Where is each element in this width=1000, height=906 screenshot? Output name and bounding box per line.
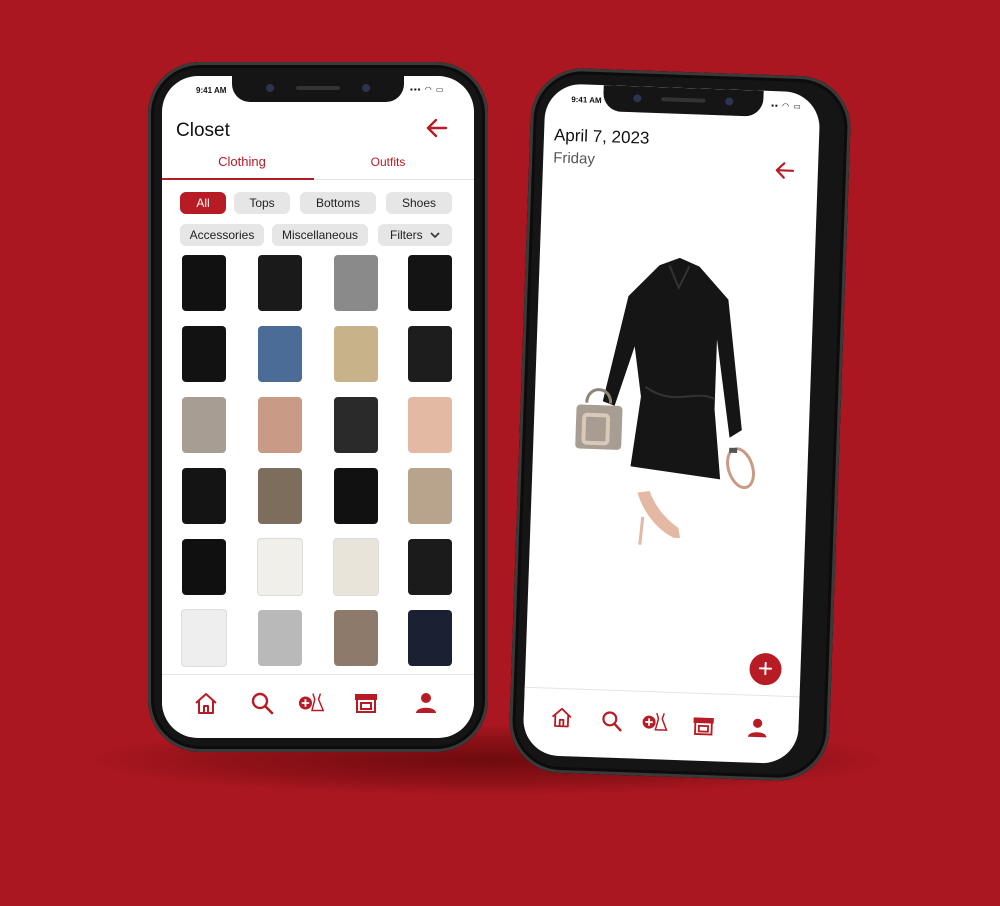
- tab-clothing[interactable]: Clothing: [182, 154, 302, 169]
- outfit-dress[interactable]: [600, 255, 748, 480]
- cream-trousers-icon: [333, 538, 379, 596]
- closet-item[interactable]: [252, 607, 308, 669]
- outfit-screen: 9:41 AM ▪▪ ◠ ▭ April 7, 2023 Friday +: [522, 83, 821, 765]
- closet-item[interactable]: [176, 394, 232, 456]
- outfit-weekday: Friday: [552, 149, 596, 168]
- closet-item[interactable]: [252, 323, 308, 385]
- outfit-bracelet[interactable]: [722, 445, 760, 492]
- closet-item[interactable]: [402, 536, 458, 598]
- back-arrow-icon[interactable]: [774, 161, 795, 184]
- filter-chip-accessories[interactable]: Accessories: [180, 224, 264, 246]
- status-icons: ▪▪ ◠ ▭: [771, 100, 802, 112]
- closet-item[interactable]: [328, 394, 384, 456]
- closet-item[interactable]: [252, 465, 308, 527]
- black-leather-jacket-icon: [408, 255, 452, 311]
- white-sneakers-icon: [181, 609, 227, 667]
- closet-item[interactable]: [328, 465, 384, 527]
- add-outfit-icon[interactable]: [298, 689, 326, 717]
- blue-jeans-icon: [258, 326, 302, 382]
- back-arrow-icon[interactable]: [426, 118, 448, 142]
- phone-notch: [232, 76, 404, 102]
- filters-dropdown[interactable]: Filters: [378, 224, 452, 246]
- closet-item[interactable]: [176, 323, 232, 385]
- outfit-phone: 9:41 AM ▪▪ ◠ ▭ April 7, 2023 Friday +: [507, 66, 853, 783]
- add-item-button[interactable]: +: [748, 652, 783, 686]
- closet-item[interactable]: [402, 323, 458, 385]
- status-time: 9:41 AM: [571, 95, 602, 106]
- silver-watch-icon: [258, 610, 302, 666]
- home-icon[interactable]: [547, 703, 576, 732]
- floral-blouse-icon: [334, 610, 378, 666]
- outfit-date: April 7, 2023: [553, 125, 650, 148]
- closet-item[interactable]: [402, 394, 458, 456]
- black-sandals-icon: [408, 539, 452, 595]
- phone-notch: [602, 85, 764, 117]
- search-icon[interactable]: [597, 706, 626, 735]
- black-slip-dress-icon: [182, 326, 226, 382]
- clear-black-heels-icon: [334, 397, 378, 453]
- rose-gold-bracelet-icon: [258, 397, 302, 453]
- nude-pumps-icon: [408, 397, 452, 453]
- black-lace-top-icon: [408, 326, 452, 382]
- black-handbag-icon: [334, 468, 378, 524]
- status-time: 9:41 AM: [196, 86, 227, 95]
- filter-chip-bottoms[interactable]: Bottoms: [300, 192, 376, 214]
- closet-item[interactable]: [252, 252, 308, 314]
- closet-item[interactable]: [402, 465, 458, 527]
- closet-item[interactable]: [328, 607, 384, 669]
- gold-sequin-camisole-icon: [334, 326, 378, 382]
- bottom-nav: [162, 674, 474, 737]
- gray-tube-top-icon: [334, 255, 378, 311]
- black-sunglasses-icon: [182, 539, 226, 595]
- closet-item[interactable]: [328, 323, 384, 385]
- closet-item[interactable]: [402, 252, 458, 314]
- closet-item[interactable]: [402, 607, 458, 669]
- outfit-collage: [569, 254, 779, 561]
- closet-phone: 9:41 AM ▪▪▪ ◠ ▭ Closet Clothing Outfits …: [148, 62, 488, 752]
- outfit-pumps[interactable]: [636, 490, 682, 547]
- closet-item[interactable]: [328, 252, 384, 314]
- filter-chip-all[interactable]: All: [180, 192, 226, 214]
- snake-print-skirt-icon: [258, 468, 302, 524]
- filter-chip-tops[interactable]: Tops: [234, 192, 290, 214]
- black-satin-dress-icon: [182, 468, 226, 524]
- add-outfit-icon[interactable]: [641, 708, 670, 737]
- tab-active-indicator: [162, 178, 314, 180]
- closet-item[interactable]: [252, 394, 308, 456]
- closet-item[interactable]: [328, 536, 384, 598]
- closet-item[interactable]: [176, 465, 232, 527]
- search-icon[interactable]: [248, 689, 276, 717]
- navy-puffer-vest-icon: [408, 610, 452, 666]
- profile-icon[interactable]: [743, 713, 772, 742]
- tab-outfits[interactable]: Outfits: [328, 155, 448, 169]
- chevron-down-icon: [430, 224, 440, 246]
- filters-dropdown-label: Filters: [389, 228, 423, 242]
- closet-item[interactable]: [176, 536, 232, 598]
- status-icons: ▪▪▪ ◠ ▭: [410, 85, 445, 94]
- store-icon[interactable]: [352, 689, 380, 717]
- black-strappy-heels-icon: [258, 255, 302, 311]
- profile-icon[interactable]: [412, 689, 440, 717]
- page-title: Closet: [176, 120, 230, 141]
- closet-item[interactable]: [252, 536, 308, 598]
- beige-cropped-trench-icon: [408, 468, 452, 524]
- home-icon[interactable]: [192, 689, 220, 717]
- store-icon[interactable]: [689, 712, 718, 741]
- white-peplum-top-icon: [257, 538, 303, 596]
- filter-chip-miscellaneous[interactable]: Miscellaneous: [272, 224, 368, 246]
- closet-item[interactable]: [176, 252, 232, 314]
- filter-chip-shoes[interactable]: Shoes: [386, 192, 452, 214]
- closet-screen: 9:41 AM ▪▪▪ ◠ ▭ Closet Clothing Outfits …: [162, 76, 474, 738]
- closet-item[interactable]: [176, 607, 232, 669]
- taupe-handbag-icon: [182, 397, 226, 453]
- bottom-nav: [522, 686, 800, 760]
- black-mini-dress-icon: [182, 255, 226, 311]
